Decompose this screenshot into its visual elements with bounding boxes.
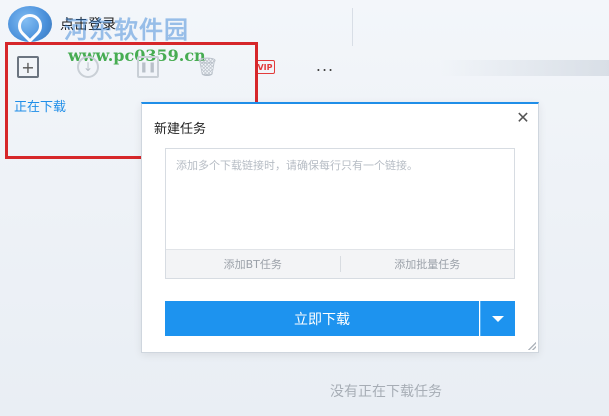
download-options-dropdown[interactable]	[480, 301, 515, 336]
new-task-dialog: 新建任务 ✕ 添加BT任务 添加批量任务 立即下载	[141, 102, 539, 353]
add-bt-task-button[interactable]: 添加BT任务	[166, 250, 340, 278]
resize-grip-icon[interactable]	[528, 342, 536, 350]
dialog-title: 新建任务	[154, 122, 207, 137]
more-icon[interactable]: ...	[313, 54, 337, 76]
vip-icon[interactable]: VIP	[255, 60, 275, 74]
link-input[interactable]	[166, 149, 514, 249]
close-icon[interactable]: ✕	[515, 110, 531, 126]
chevron-down-icon	[492, 315, 504, 322]
header-decoration	[440, 60, 609, 76]
header-divider	[352, 8, 353, 46]
tab-downloading[interactable]: 正在下载	[14, 96, 66, 115]
sub-button-bar: 添加BT任务 添加批量任务	[166, 249, 514, 278]
link-input-area: 添加BT任务 添加批量任务	[165, 148, 515, 279]
download-now-button[interactable]: 立即下载	[165, 301, 479, 336]
avatar[interactable]	[8, 6, 52, 42]
empty-state-message: 没有正在下载任务	[330, 384, 442, 400]
add-batch-task-button[interactable]: 添加批量任务	[341, 250, 515, 278]
watermark-text: 河东软件园	[64, 15, 189, 44]
